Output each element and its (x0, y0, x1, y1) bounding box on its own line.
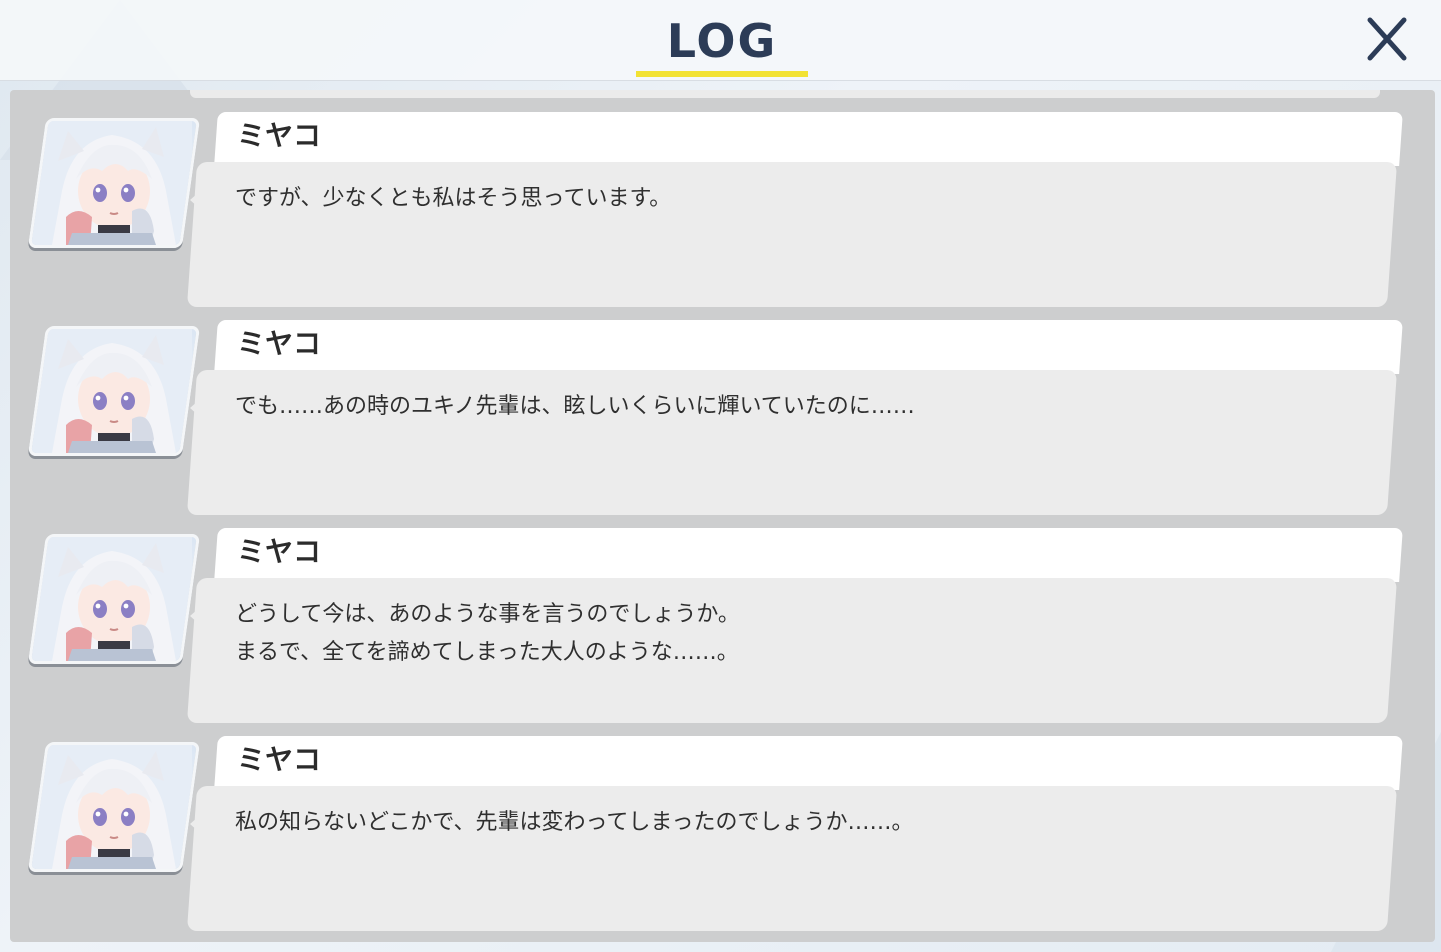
dialog-tail (190, 186, 206, 214)
dialog-line: 私の知らないどこかで、先輩は変わってしまったのでしょうか……。 (235, 810, 914, 835)
speaker-portrait (27, 326, 201, 456)
name-bar (214, 320, 1403, 374)
speaker-name: ミヤコ (237, 119, 322, 152)
name-bar (214, 736, 1403, 790)
log-entry: ミヤコ でも……あの時のユキノ先輩は、眩しいくらいに輝いていたのに…… (10, 298, 1435, 515)
dialog-tail (190, 602, 206, 630)
dialog-line: まるで、全てを諦めてしまった大人のような……。 (235, 640, 739, 665)
name-bar (214, 528, 1403, 582)
log-panel[interactable]: ミヤコ ですが、少なくとも私はそう思っています。 ミヤコ でも……あの時のユキノ… (10, 90, 1435, 942)
speaker-name: ミヤコ (237, 327, 322, 360)
dialog-text: どうして今は、あのような事を言うのでしょうか。 まるで、全てを諦めてしまった大人… (235, 596, 1355, 672)
speaker-portrait (27, 534, 201, 664)
close-button[interactable] (1358, 10, 1416, 68)
dialog-text: 私の知らないどこかで、先輩は変わってしまったのでしょうか……。 (235, 804, 1355, 842)
dialog-text: でも……あの時のユキノ先輩は、眩しいくらいに輝いていたのに…… (235, 388, 1355, 426)
title-underline (636, 71, 808, 77)
character-portrait-icon (32, 537, 192, 661)
log-entry: ミヤコ 私の知らないどこかで、先輩は変わってしまったのでしょうか……。 (10, 714, 1435, 931)
speaker-name: ミヤコ (237, 743, 322, 776)
dialog-tail (190, 394, 206, 422)
dialog-text: ですが、少なくとも私はそう思っています。 (235, 180, 1355, 218)
log-title: LOG (666, 14, 778, 68)
speaker-name: ミヤコ (237, 535, 322, 568)
character-portrait-icon (32, 121, 192, 245)
log-entry: ミヤコ どうして今は、あのような事を言うのでしょうか。 まるで、全てを諦めてしま… (10, 506, 1435, 723)
dialog-line: でも……あの時のユキノ先輩は、眩しいくらいに輝いていたのに…… (235, 394, 915, 419)
dialog-line: どうして今は、あのような事を言うのでしょうか。 (235, 602, 740, 627)
character-portrait-icon (32, 745, 192, 869)
log-entry: ミヤコ ですが、少なくとも私はそう思っています。 (10, 90, 1435, 307)
speaker-portrait (27, 118, 201, 248)
dialog-tail (190, 810, 206, 838)
character-portrait-icon (32, 329, 192, 453)
dialog-line: ですが、少なくとも私はそう思っています。 (235, 186, 672, 211)
close-icon (1367, 17, 1407, 61)
name-bar (214, 112, 1403, 166)
speaker-portrait (27, 742, 201, 872)
log-header: LOG (0, 0, 1441, 81)
